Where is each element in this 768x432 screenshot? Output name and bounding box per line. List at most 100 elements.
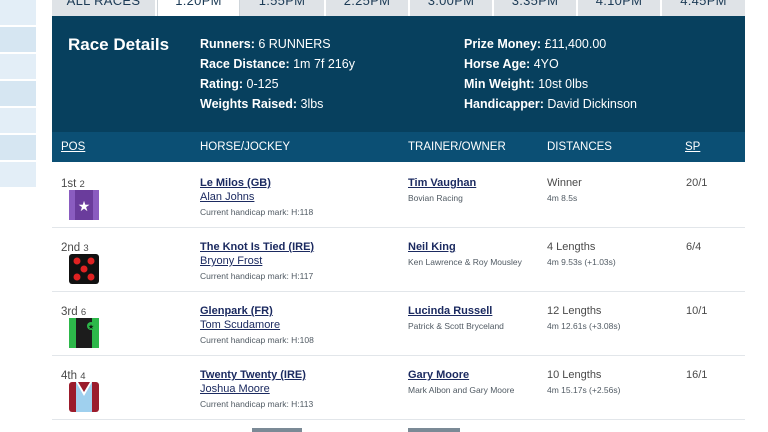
starting-price: 10/1: [686, 305, 708, 317]
header-sp[interactable]: SP: [685, 141, 700, 153]
tab-label: ALL RACES: [66, 0, 141, 8]
jockey-name-link[interactable]: Joshua Moore: [200, 383, 270, 395]
min-weight-value: 10st 0lbs: [538, 77, 589, 91]
distance: 10 Lengths: [547, 369, 602, 381]
draw-number: 3: [83, 243, 89, 254]
finish-time: 4m 9.53s (+1.03s): [547, 257, 616, 267]
tab-3-00pm[interactable]: 3:00PM: [410, 0, 494, 16]
sidebar-block[interactable]: [0, 162, 36, 189]
sidebar-block[interactable]: [0, 135, 36, 162]
table-row: 3rd 6 ★ Glenpark (FR) Tom Scudamore Curr…: [52, 292, 745, 356]
sidebar-block[interactable]: [0, 27, 36, 54]
handicap-mark: Current handicap mark: H:117: [200, 271, 314, 281]
sidebar-block[interactable]: [0, 108, 36, 135]
position-value: 2nd: [61, 242, 81, 254]
horse-name-link[interactable]: Le Milos (GB): [200, 177, 271, 189]
finish-time: 4m 15.17s (+2.56s): [547, 385, 621, 395]
clipped-row-fragment: [408, 428, 460, 432]
draw-number: 4: [80, 371, 86, 382]
tab-2-25pm[interactable]: 2:25PM: [326, 0, 410, 16]
weights-label: Weights Raised:: [200, 97, 298, 111]
tab-all-races[interactable]: ALL RACES: [52, 0, 157, 16]
owner-name: Mark Albon and Gary Moore: [408, 385, 515, 395]
runners-value: 6 RUNNERS: [258, 37, 331, 51]
distance: 4 Lengths: [547, 241, 596, 253]
tab-4-45pm[interactable]: 4:45PM: [662, 0, 745, 16]
sidebar-block[interactable]: [0, 0, 36, 27]
tab-label: 4:45PM: [680, 0, 727, 8]
horse-name-link[interactable]: Glenpark (FR): [200, 305, 273, 317]
header-pos[interactable]: POS: [61, 141, 85, 153]
runners-label: Runners:: [200, 37, 255, 51]
prize-label: Prize Money:: [464, 37, 542, 51]
svg-text:★: ★: [78, 199, 91, 215]
tab-label: 1:55PM: [258, 0, 306, 8]
runners-row: Runners: 6 RUNNERS: [200, 34, 355, 54]
starting-price: 16/1: [686, 369, 708, 381]
table-row: 1st 2 ★ Le Milos (GB) Alan Johns Current…: [52, 164, 745, 228]
trainer-name-link[interactable]: Gary Moore: [408, 369, 469, 381]
distance-value: 1m 7f 216y: [293, 57, 355, 71]
tab-4-10pm[interactable]: 4:10PM: [578, 0, 662, 16]
rating-value: 0-125: [246, 77, 279, 91]
distance-label: Race Distance:: [200, 57, 290, 71]
tab-label: 4:10PM: [595, 0, 643, 8]
jockey-silks-icon: [69, 382, 99, 412]
distance: 12 Lengths: [547, 305, 602, 317]
tab-1-20pm[interactable]: 1:20PM: [157, 0, 240, 16]
horse-age-row: Horse Age: 4YO: [464, 54, 637, 74]
jockey-name-link[interactable]: Alan Johns: [200, 191, 254, 203]
tab-3-35pm[interactable]: 3:35PM: [494, 0, 578, 16]
race-time-tabs: ALL RACES 1:20PM 1:55PM 2:25PM 3:00PM 3:…: [52, 0, 745, 16]
horse-name-link[interactable]: The Knot Is Tied (IRE): [200, 241, 314, 253]
owner-name: Ken Lawrence & Roy Mousley: [408, 257, 522, 267]
race-details-left-column: Runners: 6 RUNNERS Race Distance: 1m 7f …: [200, 34, 355, 114]
results-table-header: POS HORSE/JOCKEY TRAINER/OWNER DISTANCES…: [52, 132, 745, 162]
position: 1st 2: [61, 178, 85, 190]
position: 3rd 6: [61, 306, 86, 318]
rating-label: Rating:: [200, 77, 244, 91]
starting-price: 6/4: [686, 241, 702, 253]
clipped-row-fragment: [252, 428, 302, 432]
distance: Winner: [547, 177, 582, 189]
horse-age-value: 4YO: [533, 57, 559, 71]
jockey-name-link[interactable]: Tom Scudamore: [200, 319, 280, 331]
tab-label: 3:35PM: [511, 0, 559, 8]
min-weight-label: Min Weight:: [464, 77, 535, 91]
race-results-page: ALL RACES 1:20PM 1:55PM 2:25PM 3:00PM 3:…: [0, 0, 768, 432]
draw-number: 6: [80, 307, 87, 318]
position-value: 4th: [61, 370, 77, 382]
table-row: 2nd 3 The Knot Is Tied (IRE) Bryony Fros…: [52, 228, 745, 292]
tab-label: 1:20PM: [175, 0, 222, 8]
handicap-mark: Current handicap mark: H:113: [200, 399, 314, 409]
jockey-silks-icon: ★: [69, 318, 99, 348]
min-weight-row: Min Weight: 10st 0lbs: [464, 74, 637, 94]
handicapper-row: Handicapper: David Dickinson: [464, 94, 637, 114]
jockey-silks-icon: [69, 254, 99, 284]
prize-row: Prize Money: £11,400.00: [464, 34, 637, 54]
tab-1-55pm[interactable]: 1:55PM: [240, 0, 326, 16]
trainer-name-link[interactable]: Neil King: [408, 241, 456, 253]
header-distances: DISTANCES: [547, 141, 612, 153]
jockey-name-link[interactable]: Bryony Frost: [200, 255, 262, 267]
finish-time: 4m 12.61s (+3.08s): [547, 321, 621, 331]
trainer-name-link[interactable]: Tim Vaughan: [408, 177, 476, 189]
sidebar-block[interactable]: [0, 81, 36, 108]
svg-text:★: ★: [88, 323, 94, 331]
race-details-panel: Race Details Runners: 6 RUNNERS Race Dis…: [52, 16, 745, 132]
position-value: 1st: [61, 178, 77, 190]
trainer-name-link[interactable]: Lucinda Russell: [408, 305, 492, 317]
handicap-mark: Current handicap mark: H:108: [200, 335, 314, 345]
jockey-silks-icon: ★: [69, 190, 99, 220]
header-horse-jockey: HORSE/JOCKEY: [200, 141, 291, 153]
handicapper-value: David Dickinson: [547, 97, 637, 111]
horse-age-label: Horse Age:: [464, 57, 531, 71]
horse-name-link[interactable]: Twenty Twenty (IRE): [200, 369, 306, 381]
sidebar-block[interactable]: [0, 54, 36, 81]
table-row: 4th 4 Twenty Twenty (IRE) Joshua Moore C…: [52, 356, 745, 420]
position: 2nd 3: [61, 242, 89, 254]
draw-number: 2: [79, 179, 85, 190]
finish-time: 4m 8.5s: [547, 193, 578, 203]
position-value: 3rd: [61, 306, 78, 318]
distance-row: Race Distance: 1m 7f 216y: [200, 54, 355, 74]
